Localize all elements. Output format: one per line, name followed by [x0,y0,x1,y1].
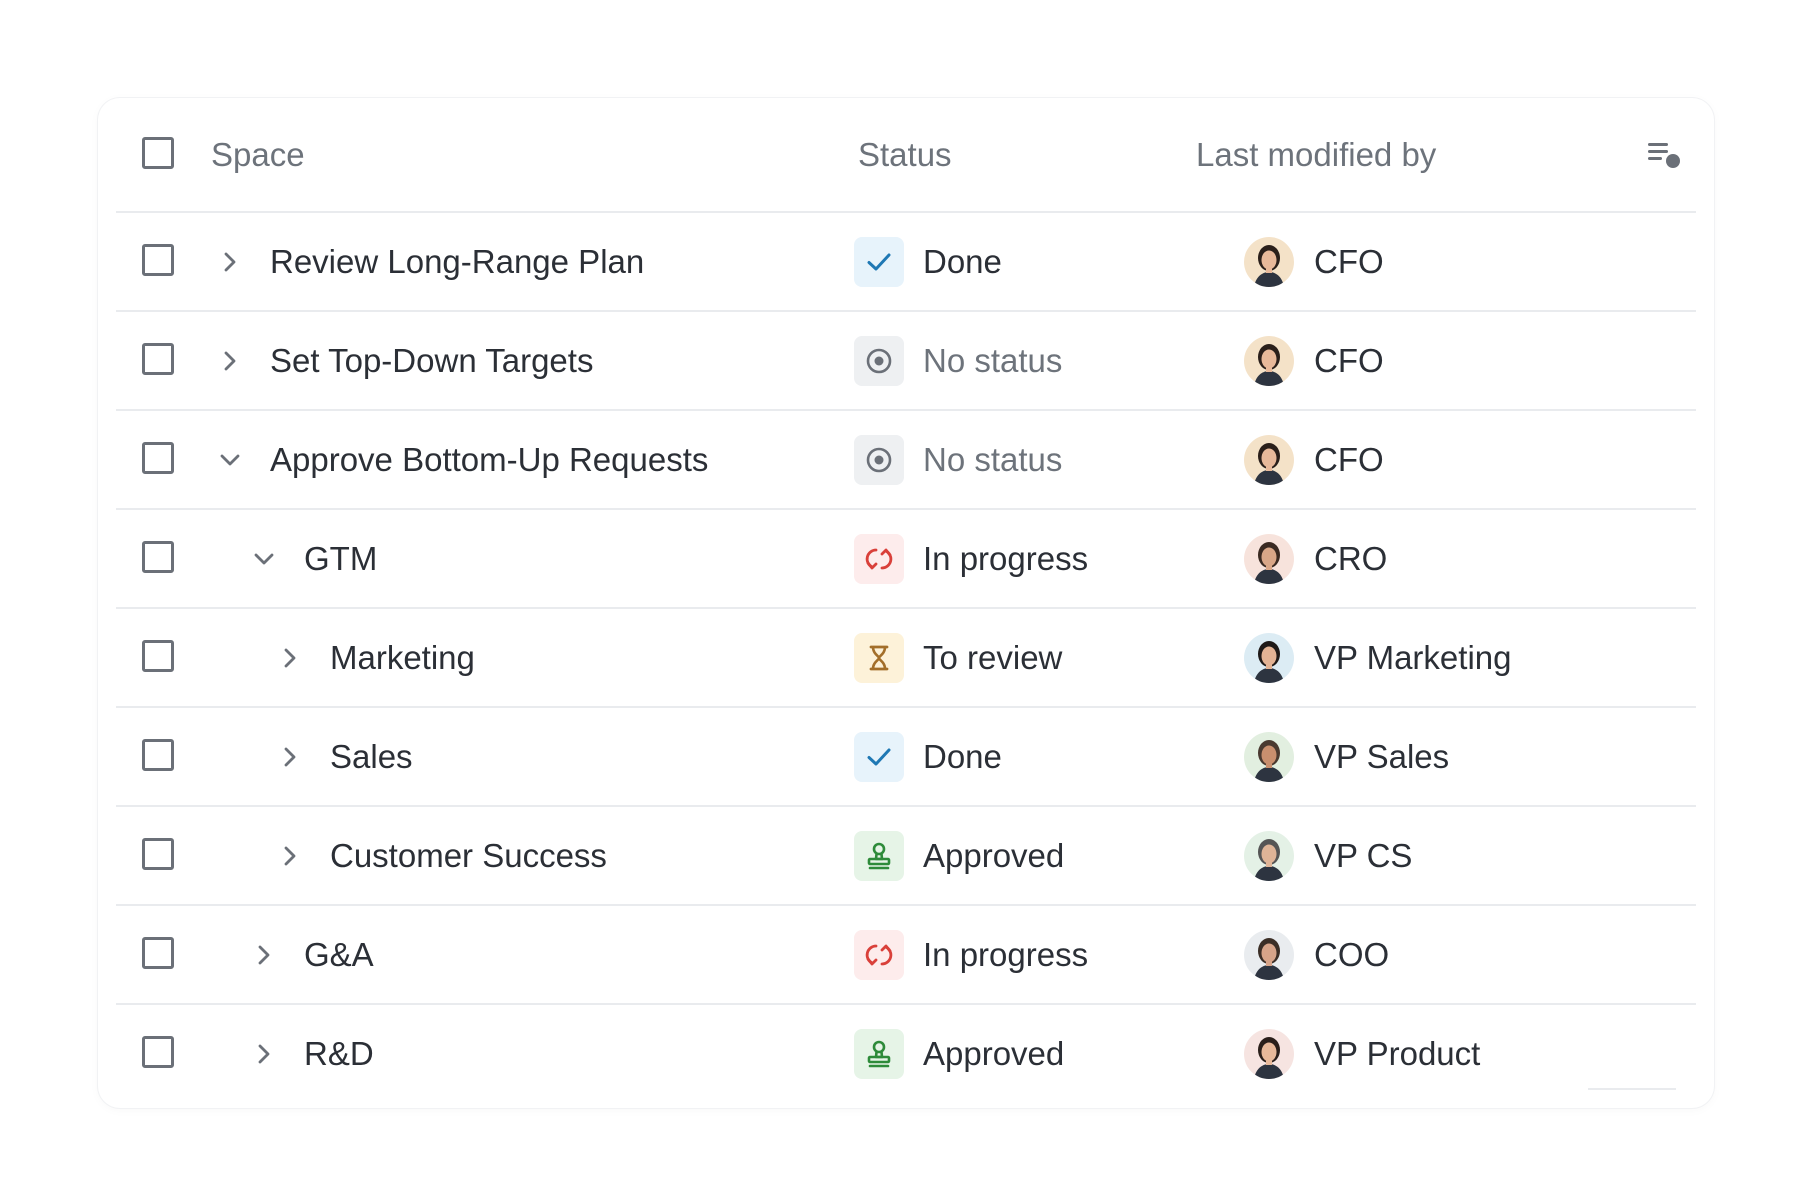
modified-by-name: CRO [1314,539,1388,577]
table-row[interactable]: Sales Done VP Sales [116,708,1696,807]
avatar [1244,434,1294,485]
avatar [1244,632,1294,683]
row-checkbox[interactable] [142,342,174,375]
chevron-right-icon[interactable] [216,347,244,375]
avatar [1244,533,1294,584]
modified-by-name: VP Product [1314,1034,1481,1072]
table-row[interactable]: GTM In progress CRO [116,510,1696,609]
avatar [1244,929,1294,980]
modified-by-name: VP Sales [1314,737,1450,775]
spaces-table: Space Status Last modified by Review Lon… [116,98,1696,1102]
status-label[interactable]: Approved [923,837,1064,875]
modified-by-name: VP CS [1314,836,1413,874]
space-name[interactable]: GTM [304,540,377,578]
table-header: Space Status Last modified by [116,98,1696,213]
modified-by-name: CFO [1314,341,1384,379]
modified-by-name: VP Marketing [1314,638,1512,676]
avatar [1244,335,1294,386]
space-name[interactable]: Approve Bottom-Up Requests [270,441,708,479]
space-name[interactable]: G&A [304,936,374,974]
status-label[interactable]: Approved [923,1035,1064,1073]
column-header-status[interactable]: Status [858,136,952,174]
refresh-arrows-icon[interactable] [854,533,904,584]
status-label[interactable]: To review [923,639,1062,677]
chevron-down-icon[interactable] [216,446,244,474]
checkmark-icon[interactable] [854,731,904,782]
target-circle-icon[interactable] [854,434,904,485]
stamp-icon[interactable] [854,830,904,881]
chevron-right-icon[interactable] [276,644,304,672]
row-checkbox[interactable] [142,639,174,672]
space-name[interactable]: Sales [330,738,413,776]
row-checkbox[interactable] [142,738,174,771]
table-row[interactable]: Marketing To review VP Marketing [116,609,1696,708]
table-row[interactable]: Set Top-Down Targets No status CFO [116,312,1696,411]
modified-by-name: CFO [1314,440,1384,478]
row-checkbox[interactable] [142,441,174,474]
divider [1588,1088,1676,1090]
row-checkbox[interactable] [142,1035,174,1068]
checkmark-icon[interactable] [854,236,904,287]
spaces-table-card: Space Status Last modified by Review Lon… [98,98,1714,1108]
chevron-right-icon[interactable] [250,1040,278,1068]
status-label[interactable]: No status [923,441,1062,479]
stamp-icon[interactable] [854,1028,904,1079]
modified-by-name: CFO [1314,242,1384,280]
column-header-space[interactable]: Space [211,136,305,174]
space-name[interactable]: Marketing [330,639,475,677]
table-row[interactable]: Approve Bottom-Up Requests No status CFO [116,411,1696,510]
table-row[interactable]: Review Long-Range Plan Done CFO [116,213,1696,312]
table-row[interactable]: R&D Approved VP Product [116,1005,1696,1102]
column-settings-icon[interactable] [1646,139,1686,171]
table-row[interactable]: G&A In progress COO [116,906,1696,1005]
avatar [1244,830,1294,881]
status-label[interactable]: No status [923,342,1062,380]
avatar [1244,1028,1294,1079]
space-name[interactable]: Review Long-Range Plan [270,243,644,281]
status-label[interactable]: Done [923,243,1002,281]
space-name[interactable]: R&D [304,1035,374,1073]
avatar [1244,731,1294,782]
modified-by-name: COO [1314,935,1390,973]
row-checkbox[interactable] [142,936,174,969]
status-label[interactable]: In progress [923,540,1088,578]
target-circle-icon[interactable] [854,335,904,386]
table-row[interactable]: Customer Success Approved VP CS [116,807,1696,906]
avatar [1244,236,1294,287]
chevron-right-icon[interactable] [276,842,304,870]
row-checkbox[interactable] [142,540,174,573]
select-all-checkbox[interactable] [142,136,174,169]
status-label[interactable]: In progress [923,936,1088,974]
chevron-right-icon[interactable] [216,248,244,276]
row-checkbox[interactable] [142,243,174,276]
chevron-down-icon[interactable] [250,545,278,573]
space-name[interactable]: Set Top-Down Targets [270,342,593,380]
chevron-right-icon[interactable] [276,743,304,771]
refresh-arrows-icon[interactable] [854,929,904,980]
status-label[interactable]: Done [923,738,1002,776]
space-name[interactable]: Customer Success [330,837,607,875]
row-checkbox[interactable] [142,837,174,870]
chevron-right-icon[interactable] [250,941,278,969]
hourglass-icon[interactable] [854,632,904,683]
column-header-last-modified-by[interactable]: Last modified by [1196,136,1436,174]
